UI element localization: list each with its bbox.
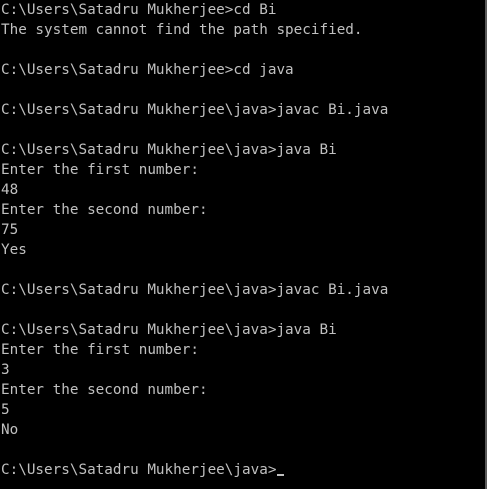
- console-line: Enter the second number:: [1, 382, 208, 398]
- text-cursor: [277, 474, 285, 476]
- command-prompt-line[interactable]: C:\Users\Satadru Mukherjee\java>: [1, 460, 487, 480]
- console-line: C:\Users\Satadru Mukherjee>cd java: [1, 62, 294, 78]
- console-line: 5: [1, 402, 10, 418]
- console-line: The system cannot find the path specifie…: [1, 22, 363, 38]
- console-line: C:\Users\Satadru Mukherjee>cd Bi: [1, 2, 277, 18]
- console-line: No: [1, 422, 19, 438]
- console-output[interactable]: C:\Users\Satadru Mukherjee>cd Bi The sys…: [0, 0, 487, 489]
- console-line: C:\Users\Satadru Mukherjee\java>javac Bi…: [1, 282, 389, 298]
- console-line: 75: [1, 222, 19, 238]
- console-line: Yes: [1, 242, 27, 258]
- console-line: Enter the second number:: [1, 202, 208, 218]
- console-line: 3: [1, 362, 10, 378]
- command-prompt: C:\Users\Satadru Mukherjee\java>: [1, 462, 277, 478]
- console-line: 48: [1, 182, 19, 198]
- console-line: C:\Users\Satadru Mukherjee\java>javac Bi…: [1, 102, 389, 118]
- console-line: Enter the first number:: [1, 162, 199, 178]
- console-line: C:\Users\Satadru Mukherjee\java>java Bi: [1, 322, 337, 338]
- console-line: C:\Users\Satadru Mukherjee\java>java Bi: [1, 142, 337, 158]
- console-line: Enter the first number:: [1, 342, 199, 358]
